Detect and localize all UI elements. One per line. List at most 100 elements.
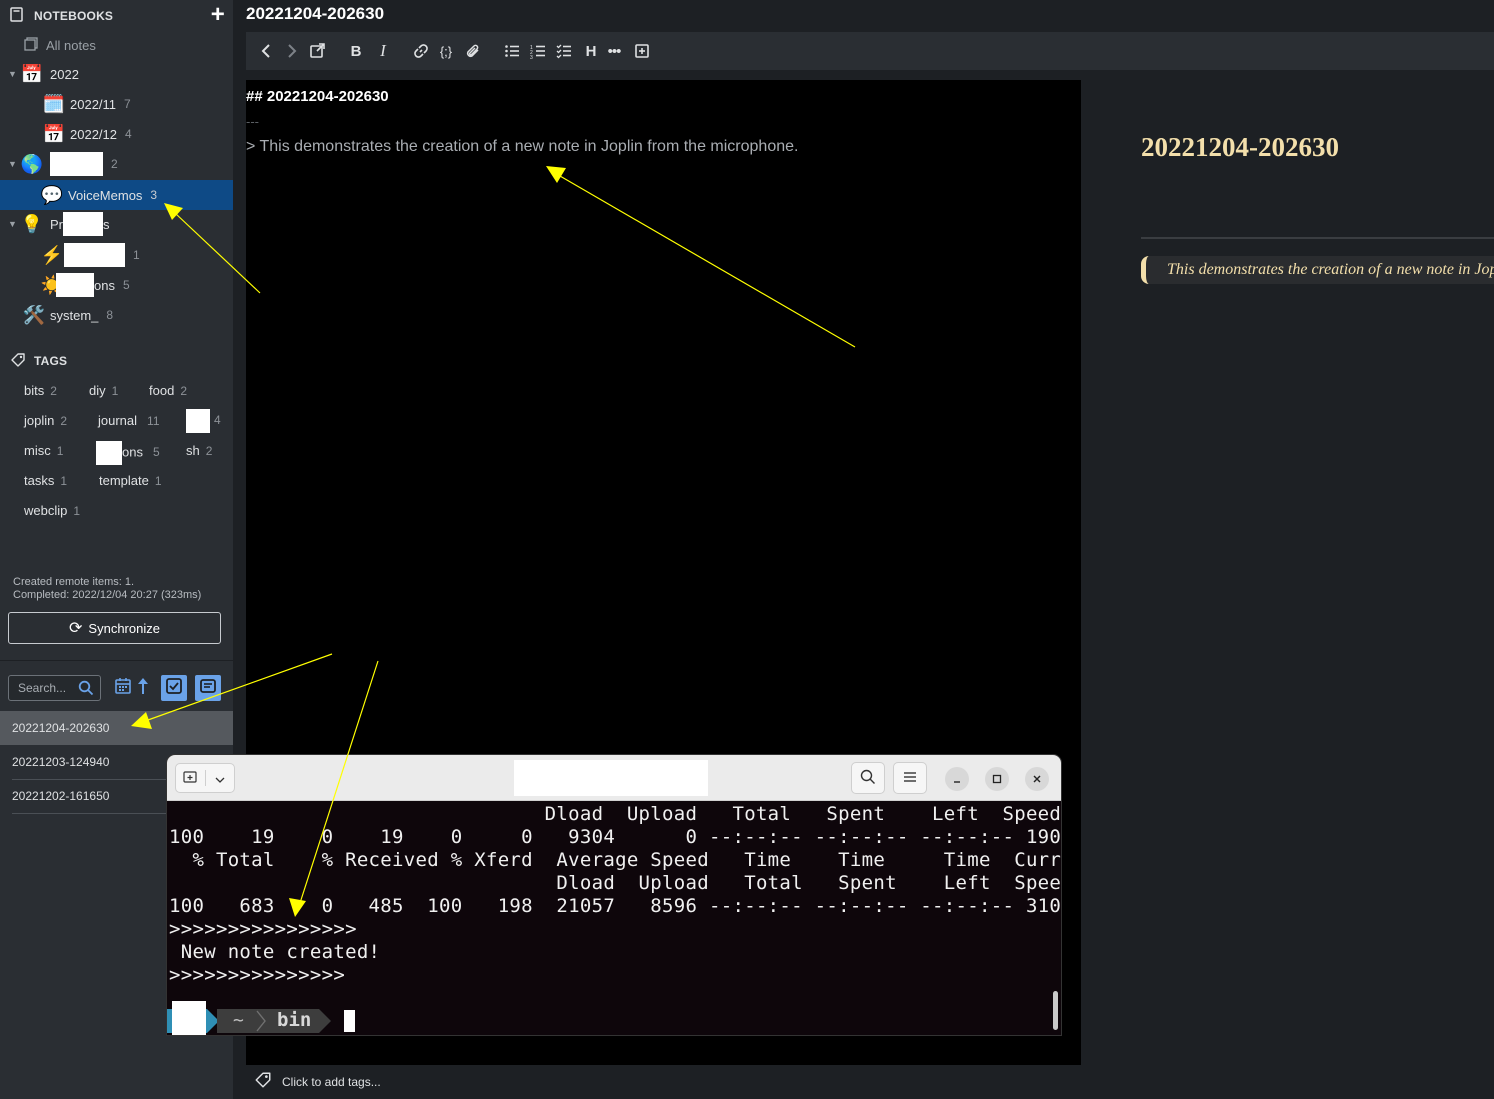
tag-count: 1 — [154, 474, 162, 488]
tag-item[interactable]: bits 2 — [24, 381, 57, 401]
redacted-label — [96, 441, 122, 465]
notebooks-header[interactable]: NOTEBOOKS + — [10, 3, 225, 27]
redacted-label — [50, 152, 103, 176]
editor-toolbar: B I {;} 123 H ••• — [246, 32, 1494, 70]
tag-item[interactable]: misc 1 — [24, 441, 63, 461]
calendar-sort-icon — [114, 677, 132, 700]
redacted-label — [64, 243, 125, 267]
notebook-voicememos[interactable]: 💬 VoiceMemos 3 — [0, 180, 233, 210]
redacted-window-title — [514, 760, 708, 796]
tag-item[interactable]: sh 2 — [186, 441, 212, 461]
tag-item[interactable]: webclip 1 — [24, 501, 80, 521]
heading-icon[interactable]: H — [583, 41, 599, 61]
terminal-titlebar — [167, 755, 1061, 801]
expand-triangle-icon[interactable]: ▼ — [8, 69, 20, 79]
checklist-icon[interactable] — [556, 41, 572, 61]
search-input[interactable]: Search... — [8, 675, 101, 701]
sort-order-button[interactable] — [133, 675, 153, 701]
lightbulb-icon: 💡 — [20, 213, 44, 234]
notebook-redacted-sun[interactable]: ☀️ ons 5 — [40, 270, 130, 300]
bold-icon[interactable]: B — [348, 41, 364, 61]
markdown-viewer: 20221204-202630 This demonstrates the cr… — [1082, 80, 1494, 1065]
expand-triangle-icon[interactable]: ▼ — [8, 219, 20, 229]
arrow-up-icon — [137, 676, 149, 701]
viewer-blockquote: This demonstrates the creation of a new … — [1141, 256, 1494, 284]
notebook-2022[interactable]: ▼ 📅 2022 — [8, 59, 79, 89]
notebook-count: 8 — [106, 308, 114, 322]
attachment-icon[interactable] — [465, 41, 481, 61]
notebook-2022-12[interactable]: 📅 2022/12 4 — [42, 119, 132, 149]
tag-label: bits — [24, 383, 45, 398]
numbered-list-icon[interactable]: 123 — [530, 41, 546, 61]
new-tab-split-button[interactable] — [175, 763, 235, 793]
all-notes-label: All notes — [46, 37, 96, 53]
redacted-label — [186, 409, 210, 433]
bulleted-list-icon[interactable] — [504, 41, 520, 61]
notebook-redacted-lightning[interactable]: ⚡ 1 — [40, 240, 140, 270]
tag-item[interactable]: joplin 2 — [24, 411, 67, 431]
add-tags-placeholder: Click to add tags... — [282, 1075, 381, 1089]
tag-item[interactable]: journal 11 — [98, 411, 160, 431]
editor-heading-line: ## 20221204-202630 — [246, 88, 389, 105]
tag-item[interactable]: 4 — [186, 409, 221, 433]
tag-item[interactable]: diy 1 — [89, 381, 118, 401]
note-list-item-title: 20221204-202630 — [12, 721, 110, 735]
notebook-2022-11[interactable]: 🗓️ 2022/11 7 — [42, 89, 131, 119]
notebook-count: 1 — [133, 248, 140, 262]
all-notes[interactable]: All notes — [24, 30, 96, 60]
insert-datetime-icon[interactable] — [634, 41, 650, 61]
notebook-label: 2022 — [50, 66, 79, 82]
search-placeholder: Search... — [18, 681, 67, 695]
expand-triangle-icon[interactable]: ▼ — [8, 159, 20, 169]
redacted-user — [172, 1001, 206, 1035]
terminal-output-line: >>>>>>>>>>>>>>>> — [169, 918, 357, 940]
tag-item[interactable]: ons 5 — [96, 441, 160, 465]
tag-label: food — [149, 383, 175, 398]
link-icon[interactable] — [413, 41, 429, 61]
heading-marker: ## — [246, 88, 263, 105]
sync-icon: ⟳ — [69, 620, 83, 637]
notebook-label: system_ — [50, 307, 99, 323]
forward-icon[interactable] — [284, 41, 300, 61]
new-note-button[interactable] — [195, 675, 221, 701]
notebook-projects[interactable]: ▼ 💡 Pr s — [8, 209, 110, 239]
tags-header[interactable]: TAGS — [10, 351, 225, 371]
external-editor-icon[interactable] — [309, 41, 325, 61]
tag-label: tasks — [24, 473, 55, 488]
note-title[interactable]: 20221204-202630 — [246, 4, 384, 24]
editor-quote-line: > This demonstrates the creation of a ne… — [246, 138, 798, 156]
tag-label: sh — [186, 443, 200, 458]
notebook-label: VoiceMemos — [68, 187, 143, 203]
terminal-scrollbar[interactable] — [1053, 991, 1058, 1030]
terminal-output-line: % Total % Received % Xferd Average Speed… — [169, 849, 1061, 871]
add-notebook-icon[interactable]: + — [211, 3, 225, 27]
more-icon[interactable]: ••• — [606, 41, 622, 61]
quote-text: This demonstrates the creation of a new … — [259, 138, 799, 155]
minimize-icon[interactable] — [945, 767, 969, 791]
note-list-item[interactable]: 20221204-202630 — [0, 711, 233, 745]
maximize-icon[interactable] — [985, 767, 1009, 791]
note-tag-bar[interactable]: Click to add tags... — [246, 1065, 1494, 1099]
notebook-label: 2022/12 — [70, 126, 117, 142]
calendar-icon: 📅 — [20, 63, 44, 84]
close-icon[interactable] — [1025, 767, 1049, 791]
notebook-count: 7 — [124, 97, 131, 111]
chevron-down-icon[interactable] — [204, 770, 234, 786]
terminal-search-button[interactable] — [851, 762, 885, 794]
code-icon[interactable]: {;} — [438, 41, 454, 61]
back-icon[interactable] — [258, 41, 274, 61]
synchronize-button[interactable]: ⟳ Synchronize — [8, 612, 221, 644]
notebook-count: 3 — [150, 188, 158, 202]
search-icon[interactable] — [78, 680, 94, 696]
tag-item[interactable]: tasks 1 — [24, 471, 67, 491]
tag-count: 2 — [180, 384, 187, 398]
italic-icon[interactable]: I — [375, 41, 391, 61]
new-todo-button[interactable] — [161, 675, 187, 701]
tag-item[interactable]: food 2 — [149, 381, 187, 401]
tag-item[interactable]: template 1 — [99, 471, 162, 491]
notebook-system[interactable]: 🛠️ system_ 8 — [22, 300, 113, 330]
terminal-menu-button[interactable] — [893, 762, 927, 794]
tag-label: misc — [24, 443, 51, 458]
shell-prompt: ~ bin — [167, 1001, 367, 1035]
notebook-redacted-globe[interactable]: ▼ 🌎 2 — [8, 149, 118, 179]
